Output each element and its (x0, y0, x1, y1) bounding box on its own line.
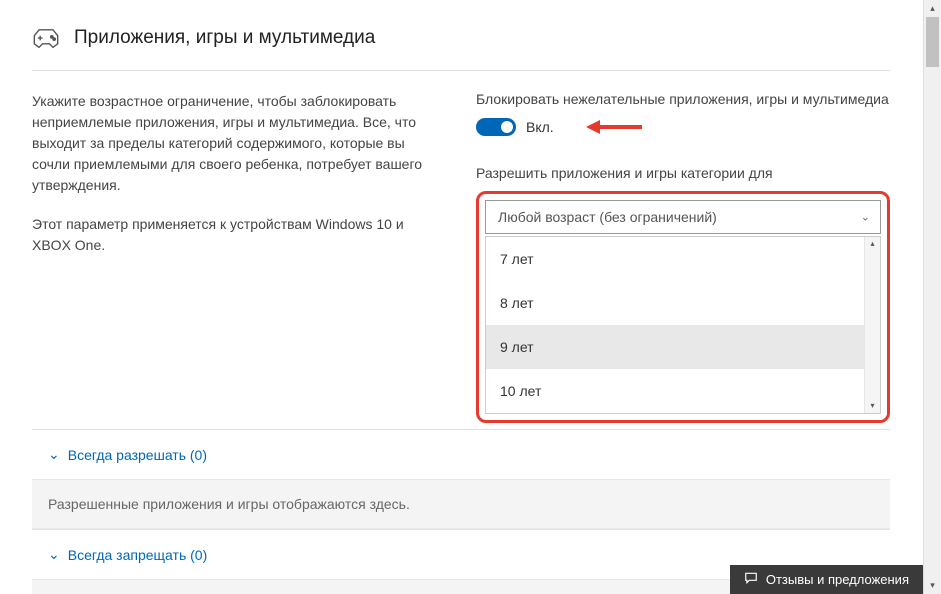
page-scrollbar[interactable]: ▴ ▾ (923, 0, 941, 594)
scroll-up-icon[interactable]: ▴ (924, 0, 941, 17)
age-dropdown[interactable]: Любой возраст (без ограничений) ⌄ (485, 200, 881, 234)
always-block-expander[interactable]: ⌄ Всегда запрещать (0) (48, 546, 890, 563)
scroll-up-icon[interactable]: ▴ (865, 237, 880, 251)
always-allow-expander[interactable]: ⌄ Всегда разрешать (0) (48, 446, 890, 463)
section-apps-title: Приложения, игры и мультимедиа (74, 27, 375, 49)
annotation-arrow-icon (584, 117, 644, 137)
allowed-apps-placeholder: Разрешенные приложения и игры отображают… (32, 479, 890, 529)
chevron-down-icon: ⌄ (861, 211, 870, 224)
age-dropdown-list[interactable]: 7 лет 8 лет 9 лет 10 лет ▴ ▾ (485, 236, 881, 414)
dropdown-scrollbar[interactable]: ▴ ▾ (864, 237, 880, 413)
block-apps-toggle[interactable] (476, 118, 516, 136)
age-option-8[interactable]: 8 лет (486, 281, 880, 325)
scrollbar-thumb[interactable] (926, 17, 939, 67)
feedback-label: Отзывы и предложения (766, 572, 909, 587)
scroll-down-icon[interactable]: ▾ (865, 399, 880, 413)
feedback-button[interactable]: Отзывы и предложения (730, 565, 923, 594)
always-allow-label: Всегда разрешать (0) (68, 447, 207, 463)
age-category-label: Разрешить приложения и игры категории дл… (476, 165, 890, 181)
apps-desc-2: Этот параметр применяется к устройствам … (32, 214, 446, 256)
scroll-down-icon[interactable]: ▾ (924, 577, 941, 594)
chat-icon (744, 571, 758, 588)
apps-desc-1: Укажите возрастное ограничение, чтобы за… (32, 91, 446, 196)
chevron-down-icon: ⌄ (48, 446, 60, 463)
controller-icon (32, 24, 60, 52)
age-dropdown-value: Любой возраст (без ограничений) (498, 209, 717, 225)
block-apps-label: Блокировать нежелательные приложения, иг… (476, 91, 890, 107)
always-block-label: Всегда запрещать (0) (68, 547, 208, 563)
age-option-9[interactable]: 9 лет (486, 325, 880, 369)
toggle-on-label: Вкл. (526, 119, 554, 135)
chevron-down-icon: ⌄ (48, 546, 60, 563)
age-option-7[interactable]: 7 лет (486, 237, 880, 281)
annotation-highlight-box: Любой возраст (без ограничений) ⌄ 7 лет … (476, 191, 890, 423)
age-option-10[interactable]: 10 лет (486, 369, 880, 413)
